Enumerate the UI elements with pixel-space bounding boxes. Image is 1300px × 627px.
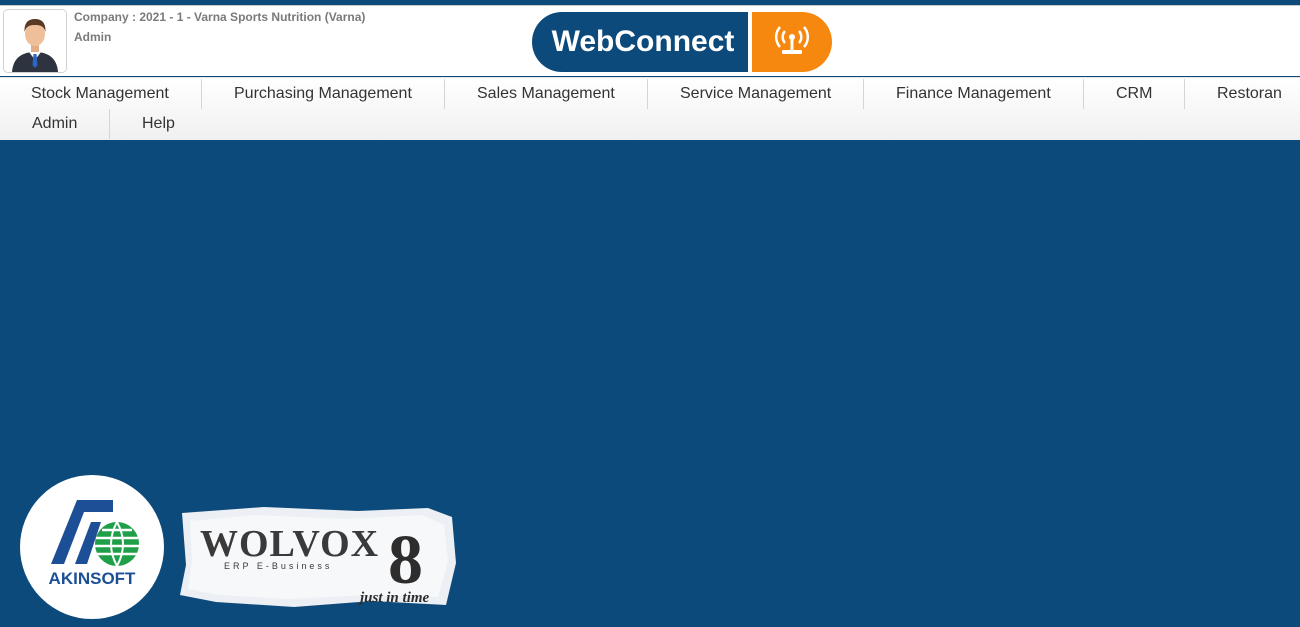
menu-admin[interactable]: Admin — [32, 109, 77, 139]
company-info: Company : 2021 - 1 - Varna Sports Nutrit… — [74, 10, 366, 24]
menu-restoran[interactable]: Restoran — [1217, 79, 1282, 109]
webconnect-logo-text: WebConnect — [551, 25, 735, 58]
menu-divider — [1083, 79, 1084, 109]
wolvox-logo: WOLVOX 8 ERP E-Business just in time — [176, 505, 458, 609]
akinsoft-text: AKINSOFT — [49, 569, 137, 588]
wolvox-subtitle: ERP E-Business — [224, 561, 332, 571]
menu-divider — [1184, 79, 1185, 109]
menu-divider — [201, 79, 202, 109]
menu-purchasing-management[interactable]: Purchasing Management — [234, 79, 412, 109]
menu-help[interactable]: Help — [142, 109, 175, 139]
menu-divider — [863, 79, 864, 109]
header-bar: Company : 2021 - 1 - Varna Sports Nutrit… — [0, 6, 1300, 76]
webconnect-logo[interactable]: WebConnect — [532, 12, 748, 72]
main-menu: Stock Management Purchasing Management S… — [0, 77, 1300, 140]
wolvox-text: WOLVOX — [200, 523, 379, 565]
menu-divider — [444, 79, 445, 109]
user-name: Admin — [74, 30, 112, 44]
menu-divider — [647, 79, 648, 109]
akinsoft-logo: AKINSOFT — [17, 472, 167, 622]
menu-service-management[interactable]: Service Management — [680, 79, 831, 109]
menu-sales-management[interactable]: Sales Management — [477, 79, 615, 109]
antenna-signal-icon — [752, 12, 832, 72]
menu-finance-management[interactable]: Finance Management — [896, 79, 1051, 109]
wolvox-version: 8 — [388, 522, 423, 599]
wolvox-tagline: just in time — [358, 590, 430, 606]
user-avatar-icon[interactable] — [3, 9, 67, 73]
menu-crm[interactable]: CRM — [1116, 79, 1152, 109]
menu-stock-management[interactable]: Stock Management — [31, 79, 169, 109]
menu-divider — [109, 109, 110, 139]
